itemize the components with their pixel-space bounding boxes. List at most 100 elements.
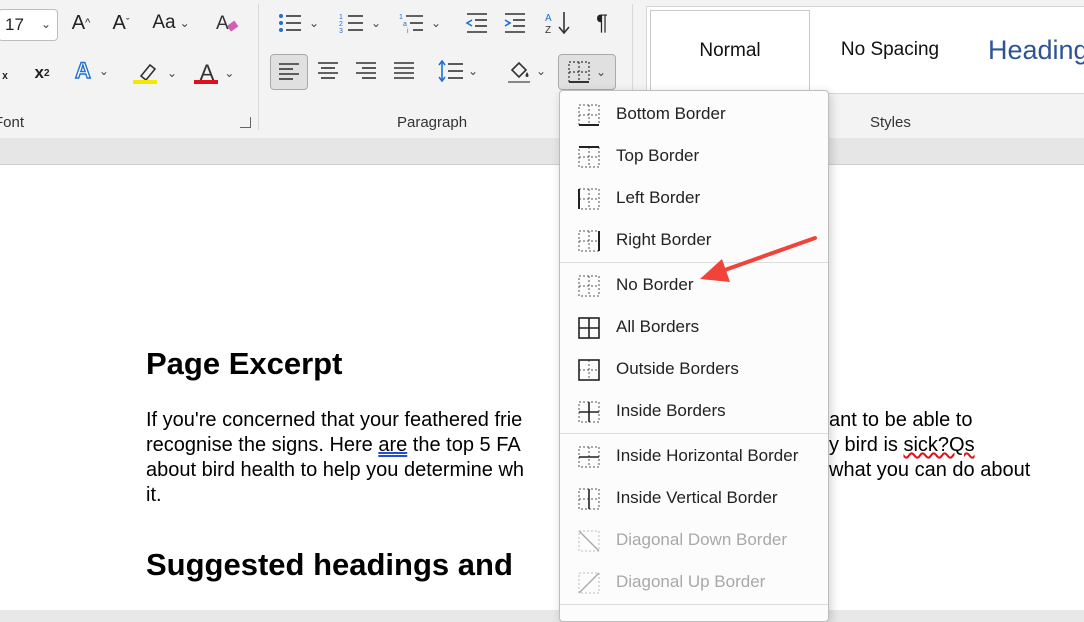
svg-text:3: 3 [339, 28, 343, 34]
ruler-area [0, 138, 1084, 165]
no-border-icon [578, 275, 600, 297]
show-formatting-marks-button[interactable]: ¶ [588, 8, 616, 38]
superscript-button[interactable]: x2 [30, 58, 54, 88]
decrease-indent-icon [465, 13, 487, 33]
font-size-value: 17 [5, 15, 24, 34]
justify-button[interactable] [388, 54, 420, 88]
spelling-flagged-word: sick?Qs [903, 434, 975, 456]
text-effects-button[interactable]: A ⌄ [68, 56, 116, 86]
paragraph-line: recognise the signs. Here are the top 5 … [146, 434, 521, 456]
font-color-button[interactable]: A ⌄ [190, 56, 244, 90]
paragraph-line-continued: ant to be able to [829, 409, 973, 431]
align-right-icon [356, 62, 376, 79]
increase-indent-button[interactable] [500, 8, 530, 38]
inside-vertical-border-icon [578, 488, 600, 510]
align-left-button[interactable] [270, 54, 308, 90]
menu-item-label: Right Border [616, 230, 712, 249]
style-heading-label: Heading [988, 34, 1084, 65]
line-spacing-icon [438, 60, 463, 82]
clear-formatting-button[interactable]: A [212, 8, 242, 38]
menu-item-inside-vertical-border[interactable]: Inside Vertical Border [560, 479, 828, 517]
menu-item-label: Diagonal Up Border [616, 572, 766, 591]
menu-item-label: Diagonal Down Border [616, 530, 788, 549]
borders-icon [568, 61, 590, 83]
align-right-button[interactable] [350, 54, 382, 88]
diagonal-up-border-icon [578, 572, 600, 594]
menu-item-label: No Border [616, 275, 694, 294]
menu-item-top-border[interactable]: Top Border [560, 137, 828, 175]
svg-text:1: 1 [399, 14, 403, 21]
svg-text:i: i [407, 28, 409, 34]
paint-bucket-icon [507, 61, 530, 83]
menu-item-diagonal-down-border[interactable]: Diagonal Down Border [560, 521, 828, 559]
text-effects-icon: A [74, 57, 91, 83]
paragraph-line-continued: y bird is sick?Qs [829, 434, 975, 456]
menu-item-right-border[interactable]: Right Border [560, 221, 828, 259]
grammar-flagged-word: are [378, 434, 408, 456]
menu-item-bottom-border[interactable]: Bottom Border [560, 95, 828, 133]
menu-item-outside-borders[interactable]: Outside Borders [560, 350, 828, 388]
all-borders-icon [578, 317, 600, 339]
svg-text:2: 2 [339, 21, 343, 28]
change-case-button[interactable]: Aa ⌄ [146, 8, 196, 38]
menu-item-inside-horizontal-border[interactable]: Inside Horizontal Border [560, 437, 828, 475]
ribbon-separator [258, 4, 259, 130]
subscript-button[interactable]: ₓ [0, 58, 14, 88]
menu-item-left-border[interactable]: Left Border [560, 179, 828, 217]
style-normal[interactable]: Normal [650, 10, 810, 92]
sort-button[interactable]: AZ [541, 8, 575, 38]
menu-item-label: Inside Borders [616, 401, 726, 420]
shrink-font-button[interactable]: Aˇ [106, 8, 136, 38]
bottom-border-icon [578, 104, 600, 126]
inside-borders-icon [578, 401, 600, 423]
align-left-icon [279, 63, 299, 80]
shading-button[interactable]: ⌄ [500, 54, 552, 88]
highlight-color-bar [133, 80, 157, 84]
sort-icon: AZ [545, 12, 570, 36]
align-center-button[interactable] [312, 54, 344, 88]
ribbon: 17 ⌄ A^ Aˇ Aa ⌄ A ₓ x2 A ⌄ ⌄ A ⌄ Font ⌄ … [0, 0, 1084, 139]
highlight-color-button[interactable]: ⌄ [130, 56, 182, 90]
chevron-down-icon: ⌄ [41, 17, 52, 31]
menu-separator [560, 433, 828, 434]
paragraph-line: If you're concerned that your feathered … [146, 409, 523, 431]
font-dialog-launcher-icon[interactable] [240, 117, 251, 128]
multilevel-list-button[interactable]: 1ai ⌄ [394, 8, 446, 38]
style-heading[interactable]: Heading [973, 10, 1084, 90]
change-case-label: Aa [152, 12, 176, 33]
menu-item-all-borders[interactable]: All Borders [560, 308, 828, 346]
bullets-button[interactable]: ⌄ [272, 8, 324, 38]
pilcrow-icon: ¶ [596, 10, 608, 35]
style-no-spacing[interactable]: No Spacing [811, 10, 969, 90]
svg-text:1: 1 [339, 14, 343, 21]
increase-indent-icon [504, 13, 525, 33]
style-no-spacing-label: No Spacing [840, 39, 940, 60]
clear-formatting-icon: A [216, 13, 239, 34]
diagonal-down-border-icon [578, 530, 600, 552]
font-size-box[interactable]: 17 ⌄ [0, 9, 58, 41]
menu-separator [560, 262, 828, 263]
menu-item-diagonal-up-border[interactable]: Diagonal Up Border [560, 563, 828, 601]
top-border-icon [578, 146, 600, 168]
menu-item-label: All Borders [616, 317, 700, 336]
line-spacing-button[interactable]: ⌄ [432, 54, 484, 88]
align-center-icon [318, 62, 338, 79]
grow-font-button[interactable]: A ^ [66, 8, 96, 38]
decrease-indent-button[interactable] [462, 8, 492, 38]
borders-button[interactable]: ⌄ [558, 54, 616, 90]
borders-dropdown-menu: Bottom Border Top Border Left Border Rig… [559, 90, 829, 622]
document-page[interactable]: Page Excerpt If you're concerned that yo… [0, 165, 1084, 610]
numbering-button[interactable]: 123 ⌄ [334, 8, 386, 38]
menu-item-label: Left Border [616, 188, 701, 207]
menu-item-label: Outside Borders [616, 359, 739, 378]
page-title: Page Excerpt [146, 346, 343, 381]
paragraph-line: it. [146, 484, 162, 506]
paragraph-line-continued: what you can do about [829, 459, 1031, 481]
svg-text:A: A [216, 13, 229, 34]
menu-item-label: Bottom Border [616, 104, 726, 123]
inside-horizontal-border-icon [578, 446, 600, 468]
menu-item-no-border[interactable]: No Border [560, 266, 828, 304]
svg-text:A: A [545, 13, 552, 24]
menu-item-inside-borders[interactable]: Inside Borders [560, 392, 828, 430]
left-border-icon [578, 188, 600, 210]
